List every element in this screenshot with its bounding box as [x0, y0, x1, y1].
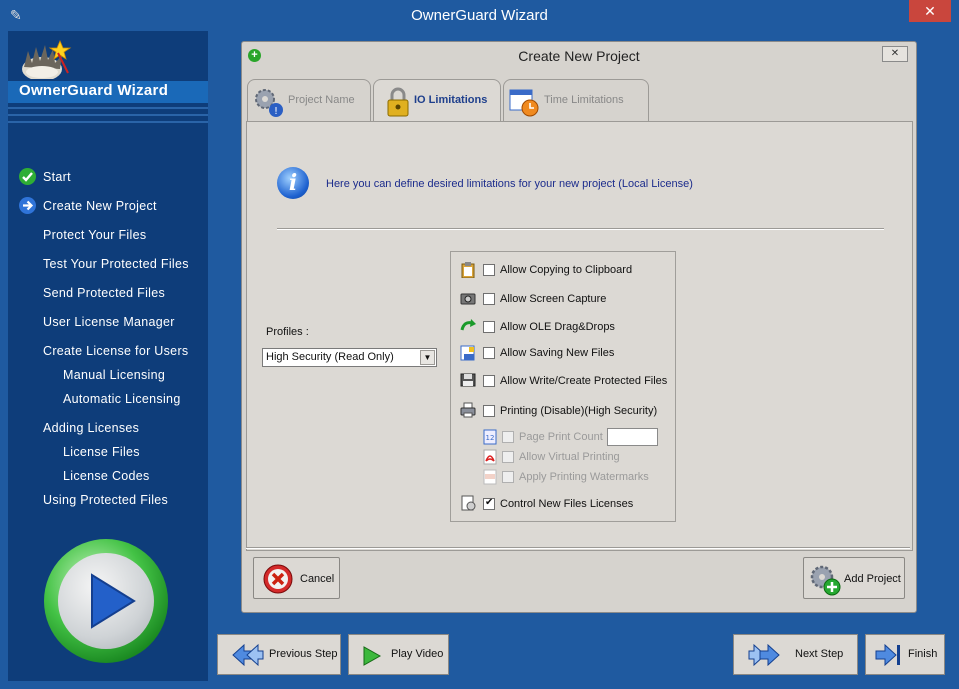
printer-icon [460, 402, 476, 418]
finish-label: Finish [908, 648, 938, 660]
hedgehog-logo-icon [22, 39, 72, 79]
play-icon [91, 573, 136, 629]
next-step-label: Next Step [795, 648, 844, 660]
sidebar-item-test-protected-files[interactable]: Test Your Protected Files [43, 257, 189, 271]
window-titlebar: ✎ OwnerGuard Wizard ✕ [0, 0, 959, 31]
saving-checkbox[interactable] [483, 347, 495, 359]
ole-drag-checkbox[interactable] [483, 321, 495, 333]
clipboard-label: Allow Copying to Clipboard [500, 264, 633, 276]
previous-step-label: Previous Step [269, 648, 338, 660]
tab-label: Time Limitations [544, 94, 624, 106]
double-arrow-left-icon [232, 643, 264, 667]
cancel-label: Cancel [300, 573, 335, 585]
profiles-label: Profiles : [266, 326, 309, 338]
divider [8, 121, 208, 123]
sidebar-item-using-protected-files[interactable]: Using Protected Files [43, 493, 168, 507]
next-step-button[interactable]: Next Step [733, 634, 858, 675]
tab-label: IO Limitations [414, 94, 488, 106]
tab-label: Project Name [288, 94, 355, 106]
gears-add-icon [810, 565, 841, 596]
finish-arrow-icon [875, 643, 900, 667]
virtual-printing-label: Allow Virtual Printing [519, 451, 620, 463]
play-video-button[interactable]: Play Video [348, 634, 449, 675]
sidebar-item-create-license[interactable]: Create License for Users [43, 344, 188, 358]
watermarks-label: Apply Printing Watermarks [519, 471, 649, 483]
control-licenses-checkbox[interactable] [483, 497, 495, 510]
sidebar-item-license-codes[interactable]: License Codes [63, 469, 150, 483]
write-protected-checkbox[interactable] [483, 375, 495, 387]
sidebar-item-create-new-project[interactable]: Create New Project [43, 199, 157, 213]
watermarks-checkbox[interactable] [502, 471, 514, 483]
clipboard-icon [461, 262, 475, 278]
svg-text:12: 12 [486, 434, 495, 442]
check-circle-icon [19, 168, 36, 185]
play-triangle-icon [363, 646, 382, 666]
arrow-right-circle-icon [19, 197, 36, 214]
tab-project-name[interactable]: ! Project Name [247, 79, 371, 122]
profiles-select[interactable]: High Security (Read Only) ▼ [262, 348, 437, 367]
gears-warning-icon: ! [255, 89, 283, 117]
sidebar-item-send-protected-files[interactable]: Send Protected Files [43, 286, 165, 300]
sidebar-title: OwnerGuard Wizard [19, 82, 169, 99]
finish-button[interactable]: Finish [865, 634, 945, 675]
control-licenses-label: Control New Files Licenses [500, 498, 634, 510]
sidebar-item-license-files[interactable]: License Files [63, 445, 140, 459]
profiles-select-value: High Security (Read Only) [266, 351, 394, 363]
svg-text:!: ! [274, 106, 278, 117]
dialog-close-button[interactable]: ✕ [882, 46, 908, 62]
clipboard-checkbox[interactable] [483, 264, 495, 276]
sidebar-item-manual-licensing[interactable]: Manual Licensing [63, 368, 165, 382]
lock-icon [387, 87, 409, 117]
printing-label: Printing (Disable)(High Security) [500, 405, 658, 417]
license-file-icon [461, 495, 476, 511]
sidebar-item-start[interactable]: Start [43, 170, 71, 184]
drag-drop-arrow-icon [460, 319, 476, 331]
watermark-icon [483, 469, 497, 485]
window-title: OwnerGuard Wizard [411, 7, 548, 24]
divider [277, 228, 884, 230]
floppy-write-icon [460, 373, 476, 387]
calendar-clock-icon [509, 89, 539, 117]
virtual-printing-checkbox[interactable] [502, 451, 514, 463]
cancel-icon [263, 564, 293, 594]
tab-time-limitations[interactable]: Time Limitations [503, 79, 649, 122]
info-icon: i [277, 167, 309, 199]
play-button-face [58, 553, 154, 649]
add-project-button[interactable]: Add Project [803, 557, 905, 599]
window-close-button[interactable]: ✕ [909, 0, 951, 22]
printing-checkbox[interactable] [483, 405, 495, 417]
pdf-icon [483, 449, 497, 465]
cancel-button[interactable]: Cancel [253, 557, 340, 599]
page-count-icon: 12 [483, 429, 497, 445]
sidebar-item-user-license-manager[interactable]: User License Manager [43, 315, 175, 329]
chevron-down-icon[interactable]: ▼ [420, 350, 435, 365]
camera-icon [460, 293, 476, 305]
page-print-count-input[interactable] [607, 428, 658, 446]
screen-capture-label: Allow Screen Capture [500, 293, 607, 305]
previous-step-button[interactable]: Previous Step [217, 634, 341, 675]
double-arrow-right-icon [748, 643, 780, 667]
ole-drag-label: Allow OLE Drag&Drops [500, 321, 615, 333]
saving-label: Allow Saving New Files [500, 347, 615, 359]
write-protected-label: Allow Write/Create Protected Files [500, 375, 668, 387]
dialog-title: Create New Project [518, 48, 640, 64]
tab-io-limitations[interactable]: IO Limitations [373, 79, 501, 123]
sidebar: OwnerGuard Wizard Start Create New Proje… [8, 31, 208, 681]
play-button[interactable] [44, 539, 168, 663]
sidebar-item-automatic-licensing[interactable]: Automatic Licensing [63, 392, 181, 406]
divider [8, 107, 208, 109]
info-message: Here you can define desired limitations … [326, 178, 693, 190]
page-print-count-label: Page Print Count [519, 431, 603, 443]
play-video-label: Play Video [391, 648, 444, 660]
screen-capture-checkbox[interactable] [483, 293, 495, 305]
page-print-count-checkbox[interactable] [502, 431, 514, 443]
add-project-label: Add Project [844, 573, 901, 585]
sidebar-item-protect-your-files[interactable]: Protect Your Files [43, 228, 146, 242]
sidebar-item-adding-licenses[interactable]: Adding Licenses [43, 421, 139, 435]
divider [8, 114, 208, 116]
divider [246, 547, 910, 549]
save-file-icon [460, 345, 475, 361]
